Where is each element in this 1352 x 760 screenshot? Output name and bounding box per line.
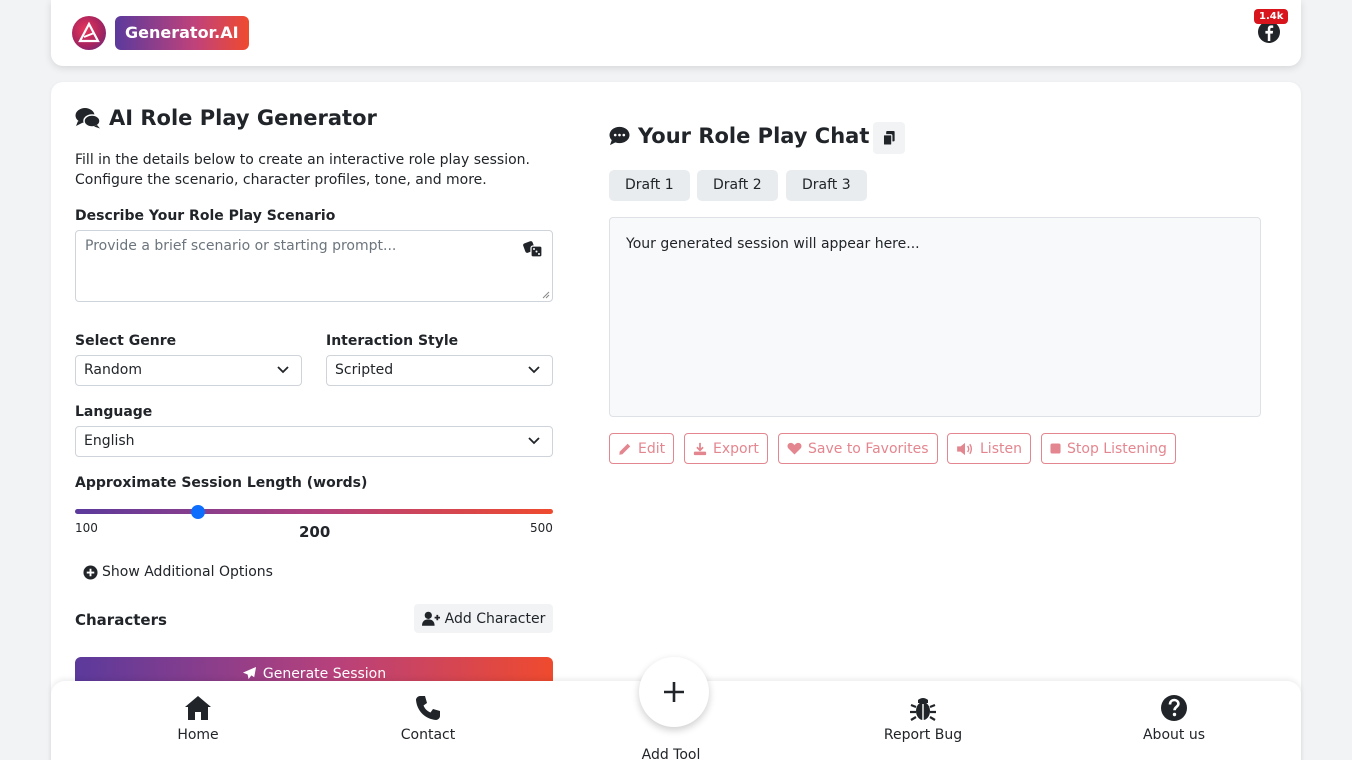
style-select[interactable]: Scripted (326, 355, 553, 386)
home-icon (185, 696, 211, 720)
question-circle-icon (1161, 695, 1187, 721)
nav-home-label: Home (177, 727, 219, 743)
plus-icon (664, 682, 684, 702)
comments-icon (75, 108, 101, 129)
scenario-placeholder: Provide a brief scenario or starting pro… (85, 238, 397, 254)
nav-contact-label: Contact (400, 727, 456, 743)
nav-report-bug[interactable]: Report Bug (863, 693, 983, 743)
add-tool-label[interactable]: Add Tool (611, 747, 731, 760)
stop-icon (1050, 443, 1061, 454)
genre-value: Random (84, 362, 142, 378)
export-button[interactable]: Export (684, 433, 768, 464)
length-slider[interactable] (75, 509, 553, 514)
add-tool-button[interactable] (639, 657, 709, 727)
form-title-text: AI Role Play Generator (109, 106, 377, 130)
language-value: English (84, 433, 135, 449)
length-min: 100 (75, 521, 98, 535)
stop-listening-label: Stop Listening (1067, 440, 1167, 457)
listen-button[interactable]: Listen (947, 433, 1031, 464)
session-output[interactable]: Your generated session will appear here.… (609, 217, 1261, 417)
pencil-icon (619, 443, 631, 455)
scenario-label: Describe Your Role Play Scenario (75, 208, 336, 224)
genre-select[interactable]: Random (75, 355, 302, 386)
chat-title: Your Role Play Chat (609, 124, 869, 148)
nav-about[interactable]: About us (1114, 693, 1234, 743)
paper-plane-icon (242, 666, 256, 680)
listen-label: Listen (980, 440, 1022, 457)
bottom-navbar: Home Contact Add Tool Report Bug About u… (51, 657, 1301, 760)
form-intro: Fill in the details below to create an i… (75, 152, 530, 188)
add-character-button[interactable]: Add Character (414, 604, 553, 633)
characters-label: Characters (75, 611, 167, 629)
draft-tab-3[interactable]: Draft 3 (786, 170, 867, 201)
nav-about-label: About us (1142, 727, 1205, 743)
length-value: 200 (299, 523, 331, 541)
additional-options-label: Show Additional Options (102, 564, 273, 580)
comment-dots-icon (609, 126, 630, 146)
draft-tab-1[interactable]: Draft 1 (609, 170, 690, 201)
resize-handle-icon[interactable] (542, 291, 550, 299)
genre-label: Select Genre (75, 333, 177, 349)
additional-options-toggle[interactable]: Show Additional Options (83, 564, 273, 580)
generate-session-label: Generate Session (262, 666, 387, 682)
nav-report-bug-label: Report Bug (883, 727, 963, 743)
social-count-badge: 1.4k (1254, 9, 1289, 24)
save-favorites-button[interactable]: Save to Favorites (778, 433, 938, 464)
add-character-label: Add Character (444, 610, 546, 627)
form-title: AI Role Play Generator (75, 106, 377, 130)
export-label: Export (713, 440, 759, 457)
length-label: Approximate Session Length (words) (75, 475, 368, 491)
bug-icon (910, 698, 936, 721)
nav-contact[interactable]: Contact (368, 693, 488, 743)
language-select[interactable]: English (75, 426, 553, 457)
chat-title-text: Your Role Play Chat (638, 124, 870, 148)
heart-icon (787, 442, 802, 455)
chevron-down-icon (277, 366, 289, 374)
stop-listening-button[interactable]: Stop Listening (1041, 433, 1176, 464)
copy-button[interactable] (873, 122, 905, 154)
save-favorites-label: Save to Favorites (808, 440, 929, 457)
edit-button[interactable]: Edit (609, 433, 675, 464)
copy-icon (882, 130, 895, 146)
dice-icon[interactable] (523, 240, 543, 258)
download-icon (693, 442, 707, 455)
plus-circle-icon (83, 564, 98, 580)
chevron-down-icon (528, 366, 540, 374)
length-slider-thumb[interactable] (191, 505, 205, 519)
top-navbar: Generator.AI 1.4k (51, 0, 1301, 66)
language-label: Language (75, 404, 153, 420)
brand-logo-icon[interactable] (72, 16, 106, 50)
length-max: 500 (530, 521, 553, 535)
style-value: Scripted (335, 362, 394, 378)
edit-label: Edit (638, 440, 666, 457)
volume-icon (957, 442, 973, 455)
phone-icon (416, 696, 440, 720)
chevron-down-icon (528, 437, 540, 445)
scenario-input[interactable]: Provide a brief scenario or starting pro… (75, 230, 553, 302)
user-plus-icon (421, 611, 440, 626)
style-label: Interaction Style (326, 333, 459, 349)
draft-tab-2[interactable]: Draft 2 (697, 170, 778, 201)
session-output-placeholder: Your generated session will appear here.… (626, 236, 920, 252)
brand-name[interactable]: Generator.AI (115, 16, 249, 50)
nav-home[interactable]: Home (138, 693, 258, 743)
